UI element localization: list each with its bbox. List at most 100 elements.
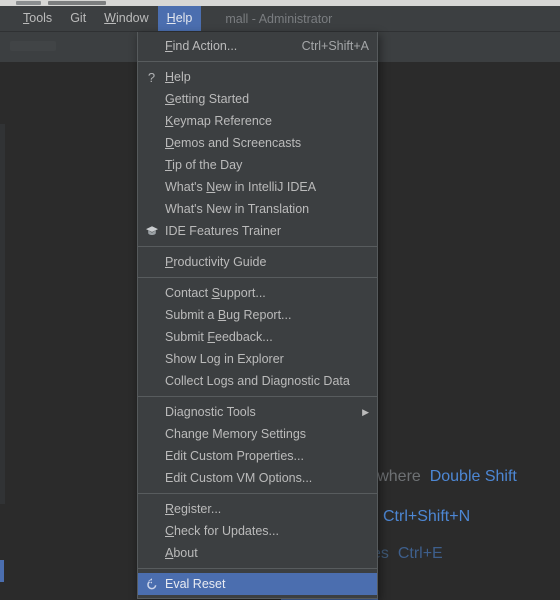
menu-item-submit-a-bug-report[interactable]: Submit a Bug Report... xyxy=(138,304,377,326)
menu-item-show-log-in-explorer[interactable]: Show Log in Explorer xyxy=(138,348,377,370)
menu-item-demos-and-screencasts[interactable]: Demos and Screencasts xyxy=(138,132,377,154)
hint-go-to-file: Ctrl+Shift+N xyxy=(383,508,470,526)
chevron-right-icon: ▶ xyxy=(362,406,369,417)
menubar-item-window[interactable]: Window xyxy=(95,6,157,31)
menu-item-label: IDE Features Trainer xyxy=(165,224,282,238)
menu-item-icon-slot xyxy=(138,467,165,489)
menu-item-label: About xyxy=(165,546,198,560)
menu-separator-3 xyxy=(138,277,377,278)
menu-item-label: Find Action... xyxy=(165,39,238,53)
menu-item-label: Keymap Reference xyxy=(165,114,273,128)
menu-item-label: What's New in Translation xyxy=(165,202,310,216)
menu-item-icon-slot xyxy=(138,370,165,392)
menu-item-label: Eval Reset xyxy=(165,577,226,591)
menu-item-about[interactable]: About xyxy=(138,542,377,564)
menu-item-contact-support[interactable]: Contact Support... xyxy=(138,282,377,304)
hint-go-to-file-key: Ctrl+Shift+N xyxy=(383,508,471,525)
menu-item-register[interactable]: Register... xyxy=(138,498,377,520)
menu-item-label: Change Memory Settings xyxy=(165,427,307,441)
menu-item-label: Submit a Bug Report... xyxy=(165,308,292,322)
menu-item-label: Contact Support... xyxy=(165,286,266,300)
menu-separator-5 xyxy=(138,493,377,494)
menu-item-shortcut: Ctrl+Shift+A xyxy=(301,39,369,53)
menu-item-collect-logs-and-diagnostic-data[interactable]: Collect Logs and Diagnostic Data xyxy=(138,370,377,392)
menubar-item-help[interactable]: Help xyxy=(157,6,202,31)
hint-search-everywhere: erywhere Double Shift xyxy=(355,468,517,486)
menu-item-label: Productivity Guide xyxy=(165,255,267,269)
menu-item-icon-slot xyxy=(138,348,165,370)
menu-item-submit-feedback[interactable]: Submit Feedback... xyxy=(138,326,377,348)
menu-item-icon-slot xyxy=(138,326,165,348)
menu-item-ide-features-trainer[interactable]: IDE Features Trainer xyxy=(138,220,377,242)
menu-item-change-memory-settings[interactable]: Change Memory Settings xyxy=(138,423,377,445)
menu-item-icon-slot xyxy=(138,542,165,564)
menu-item-keymap-reference[interactable]: Keymap Reference xyxy=(138,110,377,132)
menu-item-label: Diagnostic Tools xyxy=(165,405,256,419)
menu-item-tip-of-the-day[interactable]: Tip of the Day xyxy=(138,154,377,176)
menubar-item-tools[interactable]: Tools xyxy=(14,6,61,31)
menu-item-diagnostic-tools[interactable]: Diagnostic Tools ▶ xyxy=(138,401,377,423)
menu-item-label: Getting Started xyxy=(165,92,250,106)
menubar-item-label: Help xyxy=(166,11,193,25)
menu-separator-2 xyxy=(138,246,377,247)
menu-item-label: Show Log in Explorer xyxy=(165,352,284,366)
menu-item-label: Edit Custom VM Options... xyxy=(165,471,313,485)
menu-item-icon-slot xyxy=(138,445,165,467)
help-dropdown-menu: Find Action... Ctrl+Shift+A? Help Getting S… xyxy=(137,32,378,599)
menu-item-label: Submit Feedback... xyxy=(165,330,273,344)
menu-item-icon-slot xyxy=(138,110,165,132)
editor-left-marker xyxy=(0,560,4,582)
tool-window-stripe xyxy=(0,124,5,504)
menu-item-productivity-guide[interactable]: Productivity Guide xyxy=(138,251,377,273)
menu-item-eval-reset[interactable]: Eval Reset xyxy=(138,573,377,595)
menu-item-label: Demos and Screencasts xyxy=(165,136,302,150)
menu-item-label: Check for Updates... xyxy=(165,524,279,538)
menubar-item-label: Window xyxy=(104,11,149,25)
title-tab-ghost-secondary xyxy=(48,1,106,5)
menu-item-icon-slot xyxy=(138,520,165,542)
menu-item-icon-slot xyxy=(138,304,165,326)
menu-item-label: Collect Logs and Diagnostic Data xyxy=(165,374,350,388)
menubar-item-label: Tools xyxy=(23,11,53,25)
menu-item-edit-custom-properties[interactable]: Edit Custom Properties... xyxy=(138,445,377,467)
question-mark-icon: ? xyxy=(147,69,156,85)
menu-item-icon-slot xyxy=(138,176,165,198)
menu-item-whats-new-in-intellij-idea[interactable]: What's New in IntelliJ IDEA xyxy=(138,176,377,198)
menu-item-icon-slot xyxy=(138,282,165,304)
menu-item-icon-slot xyxy=(138,423,165,445)
project-title: mall - Administrator xyxy=(225,11,333,26)
menu-item-label: What's New in IntelliJ IDEA xyxy=(165,180,317,194)
menu-bar-items: Tools Git Window Help mall - Administrator xyxy=(0,6,560,31)
menu-item-icon-slot xyxy=(138,498,165,520)
menu-item-icon-slot xyxy=(138,251,165,273)
ide-window: Tools Git Window Help mall - Administrator e… xyxy=(0,0,560,600)
menu-item-label: Tip of the Day xyxy=(165,158,243,172)
menu-item-icon-slot xyxy=(138,401,165,423)
menu-item-getting-started[interactable]: Getting Started xyxy=(138,88,377,110)
menu-item-label: Help xyxy=(165,70,191,84)
menu-item-icon-slot xyxy=(138,35,165,57)
menu-item-icon-slot xyxy=(138,132,165,154)
menu-item-label: Edit Custom Properties... xyxy=(165,449,304,463)
hint-search-everywhere-key: Double Shift xyxy=(429,468,517,485)
menu-item-find-action[interactable]: Find Action... Ctrl+Shift+A xyxy=(138,35,377,57)
menu-item-icon-slot xyxy=(138,88,165,110)
menu-separator-1 xyxy=(138,61,377,62)
menu-separator-6 xyxy=(138,568,377,569)
menu-bar: Tools Git Window Help mall - Administrator xyxy=(0,6,560,32)
menu-item-whats-new-in-translation[interactable]: What's New in Translation xyxy=(138,198,377,220)
reset-arrow-icon xyxy=(138,573,165,595)
menu-item-help[interactable]: ? Help xyxy=(138,66,377,88)
menu-item-label: Register... xyxy=(165,502,222,516)
hint-recent-files-key: Ctrl+E xyxy=(397,545,443,562)
graduation-cap-icon xyxy=(138,220,165,242)
menubar-item-git[interactable]: Git xyxy=(61,6,95,31)
navigation-bar-placeholder xyxy=(10,41,56,51)
menu-item-check-for-updates[interactable]: Check for Updates... xyxy=(138,520,377,542)
menu-separator-4 xyxy=(138,396,377,397)
menu-item-icon-slot xyxy=(138,154,165,176)
menu-item-edit-custom-vm-options[interactable]: Edit Custom VM Options... xyxy=(138,467,377,489)
menubar-item-label: Git xyxy=(70,11,87,25)
menu-item-icon-slot xyxy=(138,198,165,220)
title-tab-ghost xyxy=(16,1,41,5)
